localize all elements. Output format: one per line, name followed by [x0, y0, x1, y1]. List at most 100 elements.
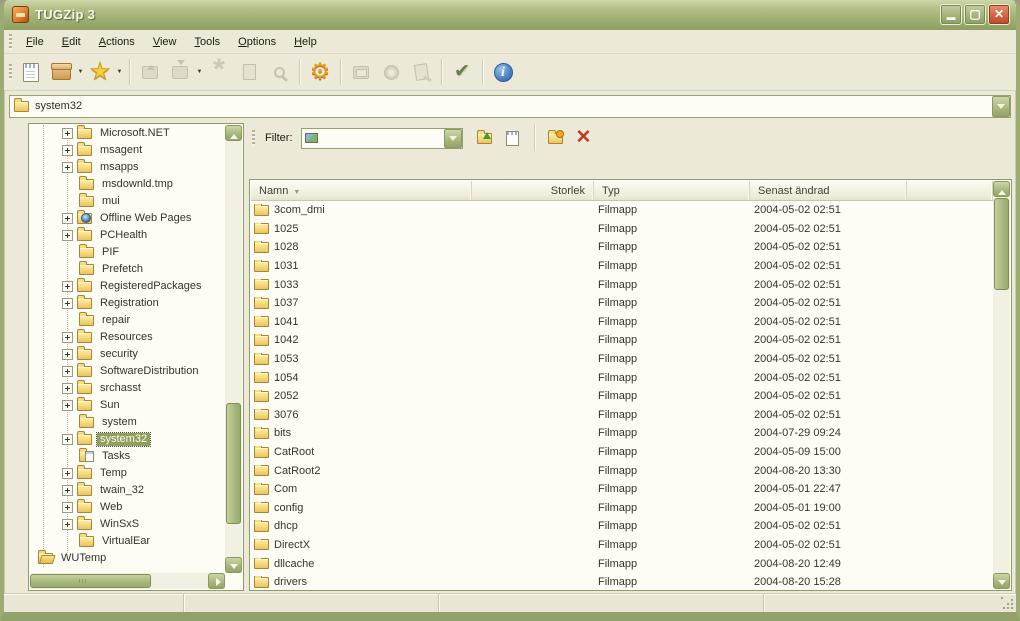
- expand-plus-icon[interactable]: [62, 230, 73, 241]
- file-row[interactable]: bitsFilmapp2004-07-29 09:24: [251, 424, 993, 443]
- menu-item-tools[interactable]: Tools: [186, 33, 228, 51]
- close-button[interactable]: ✕: [988, 4, 1010, 25]
- maximize-button[interactable]: ▢: [964, 4, 986, 25]
- tree-item-security[interactable]: security: [30, 346, 225, 363]
- tree-item-prefetch[interactable]: Prefetch: [30, 261, 225, 278]
- convert-archive-button[interactable]: [346, 57, 376, 87]
- expand-plus-icon[interactable]: [62, 502, 73, 513]
- tree-scrollbar-thumb[interactable]: [226, 403, 241, 524]
- expand-plus-icon[interactable]: [62, 434, 73, 445]
- expand-plus-icon[interactable]: [62, 213, 73, 224]
- wizard-button[interactable]: [447, 57, 477, 87]
- browse-filter-button[interactable]: [544, 126, 568, 150]
- open-archive-button[interactable]: [46, 57, 76, 87]
- file-row[interactable]: DirectXFilmapp2004-05-02 02:51: [251, 536, 993, 555]
- list-scrollbar-thumb[interactable]: [994, 198, 1009, 290]
- tree-item-offline-web-pages[interactable]: Offline Web Pages: [30, 210, 225, 227]
- file-row[interactable]: 2052Filmapp2004-05-02 02:51: [251, 387, 993, 406]
- expand-plus-icon[interactable]: [62, 485, 73, 496]
- tree-item-repair[interactable]: repair: [30, 312, 225, 329]
- new-archive-button[interactable]: [16, 57, 46, 87]
- column-header-typ[interactable]: Typ: [594, 181, 750, 200]
- tree-vertical-scrollbar[interactable]: [225, 125, 242, 573]
- expand-plus-icon[interactable]: [62, 400, 73, 411]
- tree-item-twain_32[interactable]: twain_32: [30, 482, 225, 499]
- minimize-button[interactable]: ▬: [940, 4, 962, 25]
- file-row[interactable]: dhcpFilmapp2004-05-02 02:51: [251, 517, 993, 536]
- tree-item-winsxs[interactable]: WinSxS: [30, 516, 225, 533]
- tree-item-pif[interactable]: PIF: [30, 244, 225, 261]
- tree-item-registration[interactable]: Registration: [30, 295, 225, 312]
- tree-item-pchealth[interactable]: PCHealth: [30, 227, 225, 244]
- tree-hscrollbar-thumb[interactable]: [30, 574, 151, 588]
- filter-dropdown-button[interactable]: [444, 129, 462, 148]
- scroll-down-button[interactable]: [225, 557, 242, 573]
- favorites-button[interactable]: [85, 57, 115, 87]
- file-row[interactable]: configFilmapp2004-05-01 19:00: [251, 499, 993, 518]
- about-button[interactable]: [488, 57, 518, 87]
- apply-filter-button[interactable]: [473, 126, 497, 150]
- expand-plus-icon[interactable]: [62, 519, 73, 530]
- menu-item-help[interactable]: Help: [286, 33, 325, 51]
- list-vertical-scrollbar[interactable]: [993, 181, 1010, 589]
- column-header-namn[interactable]: Namn: [251, 181, 472, 200]
- scroll-right-button[interactable]: [208, 573, 225, 589]
- tree-item-registeredpackages[interactable]: RegisteredPackages: [30, 278, 225, 295]
- file-row[interactable]: 3076Filmapp2004-05-02 02:51: [251, 406, 993, 425]
- add-files-button[interactable]: [135, 57, 165, 87]
- tree-item-msapps[interactable]: msapps: [30, 159, 225, 176]
- view-file-button[interactable]: [264, 57, 294, 87]
- dropdown-caret-icon[interactable]: [76, 57, 85, 87]
- expand-plus-icon[interactable]: [62, 383, 73, 394]
- tree-item-virtualear[interactable]: VirtualEar: [30, 533, 225, 550]
- file-row[interactable]: 3com_dmiFilmapp2004-05-02 02:51: [251, 201, 993, 220]
- expand-plus-icon[interactable]: [62, 162, 73, 173]
- file-row[interactable]: driversFilmapp2004-08-20 15:28: [251, 573, 993, 589]
- tree-item-web[interactable]: Web: [30, 499, 225, 516]
- file-row[interactable]: dllcacheFilmapp2004-08-20 12:49: [251, 554, 993, 573]
- menu-item-options[interactable]: Options: [230, 33, 284, 51]
- file-row[interactable]: CatRoot2Filmapp2004-08-20 13:30: [251, 461, 993, 480]
- file-row[interactable]: 1025Filmapp2004-05-02 02:51: [251, 220, 993, 239]
- tree-item-tasks[interactable]: Tasks: [30, 448, 225, 465]
- file-row[interactable]: ComFilmapp2004-05-01 22:47: [251, 480, 993, 499]
- menu-item-actions[interactable]: Actions: [91, 33, 143, 51]
- resize-grip[interactable]: [1001, 597, 1014, 610]
- column-header-filler[interactable]: [907, 181, 993, 200]
- tree-item-system[interactable]: system: [30, 414, 225, 431]
- tree-item-softwaredistribution[interactable]: SoftwareDistribution: [30, 363, 225, 380]
- expand-plus-icon[interactable]: [62, 281, 73, 292]
- tree-item-resources[interactable]: Resources: [30, 329, 225, 346]
- expand-plus-icon[interactable]: [62, 332, 73, 343]
- filter-combobox[interactable]: [301, 128, 463, 149]
- extract-files-button[interactable]: [165, 57, 195, 87]
- file-row[interactable]: 1037Filmapp2004-05-02 02:51: [251, 294, 993, 313]
- scroll-up-button[interactable]: [993, 181, 1010, 197]
- file-row[interactable]: 1041Filmapp2004-05-02 02:51: [251, 313, 993, 332]
- dropdown-caret-icon[interactable]: [195, 57, 204, 87]
- file-row[interactable]: CatRootFilmapp2004-05-09 15:00: [251, 443, 993, 462]
- tree-item-srchasst[interactable]: srchasst: [30, 380, 225, 397]
- tree-horizontal-scrollbar[interactable]: [30, 573, 225, 589]
- tree-item-wutemp[interactable]: WUTemp: [30, 550, 225, 567]
- file-row[interactable]: 1053Filmapp2004-05-02 02:51: [251, 350, 993, 369]
- dropdown-caret-icon[interactable]: [115, 57, 124, 87]
- expand-plus-icon[interactable]: [62, 366, 73, 377]
- edit-filter-button[interactable]: [501, 126, 525, 150]
- address-combobox[interactable]: system32: [9, 95, 1011, 118]
- options-button[interactable]: [305, 57, 335, 87]
- script-button[interactable]: [406, 57, 436, 87]
- scroll-up-button[interactable]: [225, 125, 242, 141]
- menu-item-file[interactable]: File: [18, 33, 52, 51]
- file-row[interactable]: 1033Filmapp2004-05-02 02:51: [251, 275, 993, 294]
- file-row[interactable]: 1031Filmapp2004-05-02 02:51: [251, 257, 993, 276]
- address-dropdown-button[interactable]: [992, 96, 1010, 117]
- scroll-down-button[interactable]: [993, 573, 1010, 589]
- file-row[interactable]: 1042Filmapp2004-05-02 02:51: [251, 331, 993, 350]
- clear-filter-button[interactable]: [572, 126, 596, 150]
- expand-plus-icon[interactable]: [62, 128, 73, 139]
- tree-item-msdownld-tmp[interactable]: msdownld.tmp: [30, 176, 225, 193]
- column-header-senast-ndrad[interactable]: Senast ändrad: [750, 181, 907, 200]
- menu-item-view[interactable]: View: [145, 33, 185, 51]
- delete-files-button[interactable]: [204, 57, 234, 87]
